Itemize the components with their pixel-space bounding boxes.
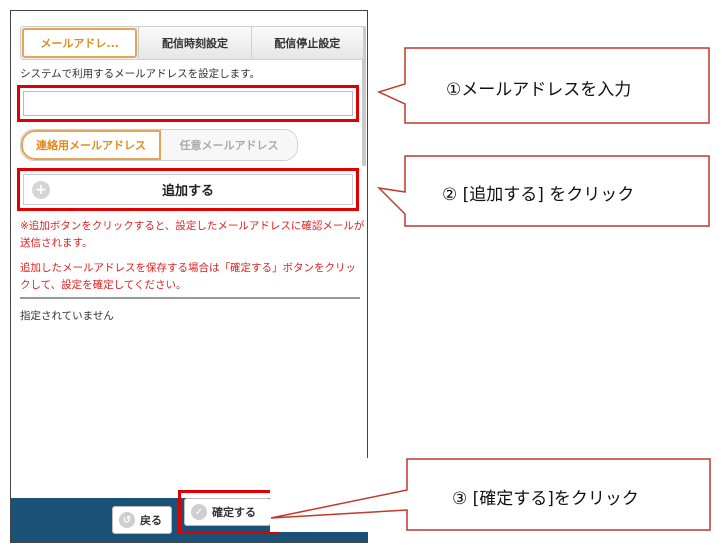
- callout-text-2: ② [追加する] をクリック: [442, 185, 635, 205]
- email-input-highlight: [17, 85, 359, 122]
- tab-email-address[interactable]: メールアドレ...: [22, 28, 138, 58]
- callout-enter-email: ①メールアドレスを入力: [376, 47, 712, 125]
- callout-click-add: ② [追加する] をクリック: [376, 155, 712, 228]
- email-input[interactable]: [23, 91, 353, 116]
- check-circle-icon: ✓: [191, 504, 207, 520]
- add-button-highlight: + 追加する: [17, 168, 359, 211]
- save-note: 追加したメールアドレスを保存する場合は「確定する」ボタンをクリックして、設定を確…: [20, 262, 356, 291]
- callout-click-confirm: ③ [確定する]をクリック: [270, 458, 712, 532]
- settings-tabs: メールアドレ... 配信時刻設定 配信停止設定: [20, 26, 364, 60]
- back-button-label: 戻る: [140, 514, 162, 527]
- plus-circle-icon: +: [32, 181, 50, 199]
- confirm-button-highlight: ✓ 確定する: [178, 490, 279, 534]
- address-type-toggle: 連絡用メールアドレス 任意メールアドレス: [20, 129, 298, 161]
- tab-delivery-time[interactable]: 配信時刻設定: [138, 27, 251, 59]
- confirmation-note: ※追加ボタンをクリックすると、設定したメールアドレスに確認メールが送信されます。: [20, 220, 365, 249]
- confirm-button-label: 確定する: [212, 506, 256, 519]
- empty-state: 指定されていません: [20, 310, 114, 322]
- tab-contact-address[interactable]: 連絡用メールアドレス: [21, 130, 161, 160]
- add-button-label: 追加する: [161, 184, 214, 199]
- callout-text-3: ③ [確定する]をクリック: [452, 489, 639, 509]
- back-button[interactable]: ↺ 戻る: [112, 506, 172, 534]
- description-text: システムで利用するメールアドレスを設定します。: [20, 68, 261, 80]
- callout-text-1: ①メールアドレスを入力: [446, 80, 632, 100]
- tab-optional-address[interactable]: 任意メールアドレス: [161, 130, 297, 160]
- divider: [20, 297, 360, 299]
- add-button[interactable]: + 追加する: [23, 174, 353, 205]
- tab-delivery-stop[interactable]: 配信停止設定: [250, 27, 363, 59]
- back-arrow-icon: ↺: [119, 512, 135, 528]
- confirm-button[interactable]: ✓ 確定する: [184, 498, 271, 526]
